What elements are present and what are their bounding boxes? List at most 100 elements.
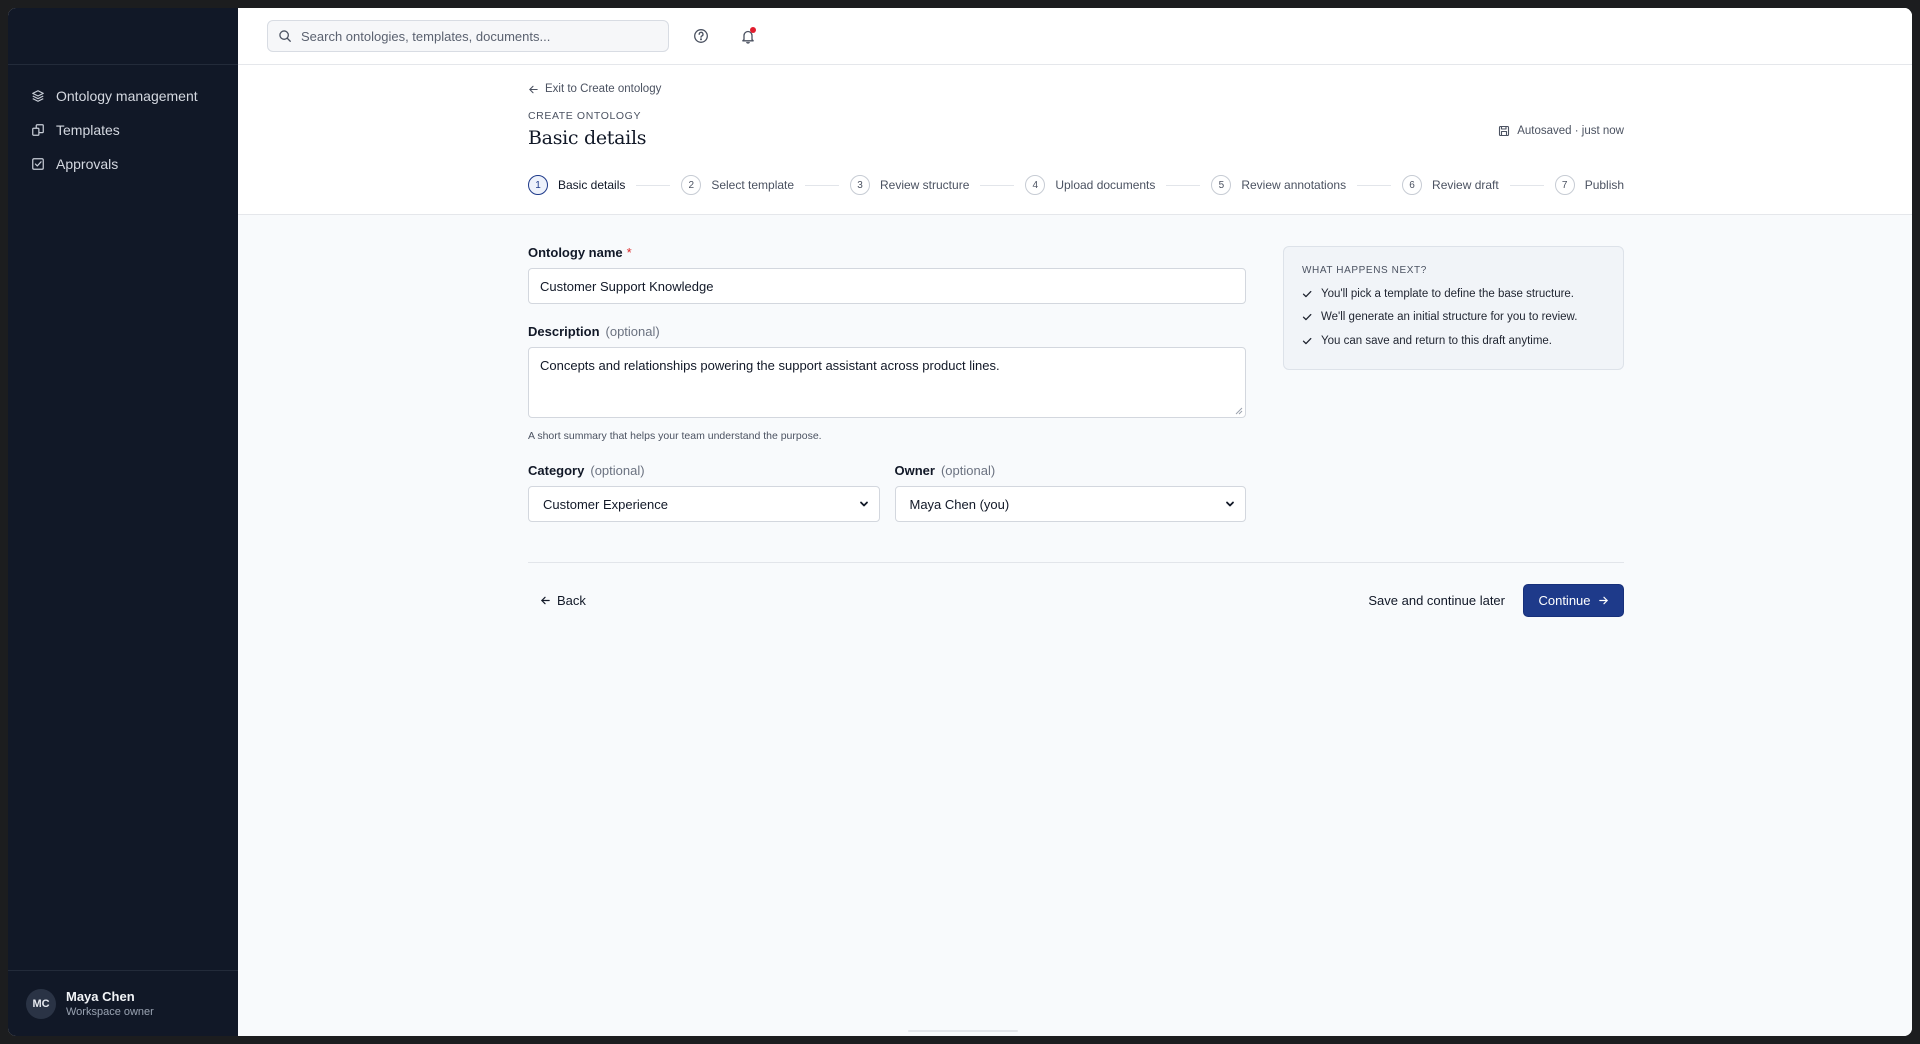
sidebar-item-label: Templates <box>56 122 120 138</box>
sidebar-nav: Ontology management Templates Approvals <box>8 65 238 181</box>
step-5[interactable]: 5 Review annotations <box>1211 175 1346 195</box>
optional-tag: (optional) <box>605 324 660 339</box>
category-select[interactable]: Customer Experience <box>528 486 880 522</box>
sidebar-item-ontology-management[interactable]: Ontology management <box>8 79 238 113</box>
step-number: 2 <box>681 175 702 195</box>
resize-handle-icon[interactable] <box>1235 407 1243 415</box>
check-icon <box>1302 337 1312 344</box>
sidebar-item-label: Approvals <box>56 156 119 172</box>
what-happens-next-panel: WHAT HAPPENS NEXT? You'll pick a templat… <box>1283 246 1624 370</box>
required-mark: * <box>626 245 632 260</box>
step-label: Select template <box>711 178 795 192</box>
checkbox-icon <box>30 156 46 172</box>
sidebar-item-label: Ontology management <box>56 88 198 104</box>
step-2[interactable]: 2 Select template <box>681 175 794 195</box>
search-icon <box>279 30 291 42</box>
step-4[interactable]: 4 Upload documents <box>1025 175 1155 195</box>
sidebar-header <box>8 8 238 65</box>
list-item: You can save and return to this draft an… <box>1302 329 1605 353</box>
notification-dot <box>750 27 756 33</box>
save-icon <box>1499 125 1510 137</box>
description-value: Concepts and relationships powering the … <box>540 358 1000 373</box>
list-item-text: We'll generate an initial structure for … <box>1321 311 1578 324</box>
ontology-name-label: Ontology name * <box>528 245 1246 260</box>
ontology-name-input[interactable]: Customer Support Knowledge <box>528 268 1246 304</box>
list-item: You'll pick a template to define the bas… <box>1302 282 1605 306</box>
divider <box>528 562 1624 563</box>
list-item-text: You'll pick a template to define the bas… <box>1321 287 1575 300</box>
help-button[interactable] <box>691 26 711 46</box>
list-item: We'll generate an initial structure for … <box>1302 306 1605 330</box>
chevron-down-icon <box>859 501 868 507</box>
description-hint: A short summary that helps your team und… <box>528 430 822 442</box>
continue-label: Continue <box>1538 593 1591 608</box>
autosave-status: Autosaved · just now <box>1498 125 1624 137</box>
user-role: Workspace owner <box>66 1006 154 1018</box>
layers-icon <box>30 88 46 104</box>
step-number: 5 <box>1211 175 1232 195</box>
owner-label: Owner (optional) <box>895 463 1247 478</box>
owner-select[interactable]: Maya Chen (you) <box>894 486 1246 522</box>
autosave-text: Autosaved · just now <box>1517 125 1624 137</box>
step-connector <box>805 184 839 186</box>
sidebar-item-approvals[interactable]: Approvals <box>8 147 238 181</box>
step-label: Publish <box>1584 178 1625 192</box>
step-connector <box>980 184 1015 186</box>
label-text: Ontology name <box>528 245 623 260</box>
page-header: Exit to Create ontology CREATE ONTOLOGY … <box>238 65 1912 215</box>
label-text: Description <box>528 324 600 339</box>
user-profile[interactable]: MC Maya Chen Workspace owner <box>8 970 238 1036</box>
step-number: 7 <box>1554 175 1575 195</box>
continue-button[interactable]: Continue <box>1523 584 1624 617</box>
search-input[interactable]: Search ontologies, templates, documents.… <box>267 20 669 52</box>
step-label: Basic details <box>558 178 626 192</box>
step-6[interactable]: 6 Review draft <box>1402 175 1499 195</box>
step-label: Review draft <box>1432 178 1499 192</box>
owner-value: Maya Chen (you) <box>909 496 1010 512</box>
description-label: Description (optional) <box>528 324 1246 339</box>
step-connector <box>1166 184 1201 186</box>
back-button[interactable]: Back <box>528 593 586 608</box>
check-icon <box>1302 314 1312 321</box>
check-icon <box>1302 290 1312 297</box>
step-number: 1 <box>528 175 548 195</box>
step-label: Review structure <box>880 178 970 192</box>
step-label: Upload documents <box>1055 178 1156 192</box>
form-actions: Back Save and continue later Continue <box>528 584 1624 617</box>
basic-details-form: Ontology name * Customer Support Knowledg… <box>528 245 1246 522</box>
search-placeholder: Search ontologies, templates, documents.… <box>301 28 551 44</box>
step-7[interactable]: 7 Publish <box>1554 175 1625 195</box>
step-1[interactable]: 1 Basic details <box>528 175 625 195</box>
main-area: Search ontologies, templates, documents.… <box>238 8 1912 1036</box>
arrow-right-icon <box>1598 596 1608 605</box>
back-label: Back <box>557 593 586 608</box>
arrow-left-icon <box>541 596 550 605</box>
step-connector <box>636 184 671 186</box>
optional-tag: (optional) <box>940 463 996 478</box>
label-text: Owner <box>894 463 935 478</box>
label-text: Category <box>528 463 585 478</box>
sidebar-item-templates[interactable]: Templates <box>8 113 238 147</box>
step-number: 6 <box>1402 175 1423 195</box>
top-bar: Search ontologies, templates, documents.… <box>238 8 1912 65</box>
step-connector <box>1357 184 1392 186</box>
list-item-text: You can save and return to this draft an… <box>1321 334 1552 347</box>
form-area: Ontology name * Customer Support Knowledg… <box>238 215 1912 1036</box>
stepper: 1 Basic details 2 Select template 3 Revi… <box>528 174 1624 196</box>
notifications-button[interactable] <box>738 26 758 46</box>
step-number: 3 <box>850 175 870 195</box>
bottom-scroll-indicator <box>908 1030 1018 1032</box>
description-textarea[interactable]: Concepts and relationships powering the … <box>528 347 1246 418</box>
optional-tag: (optional) <box>590 463 645 478</box>
app-window: Ontology management Templates Approvals … <box>8 8 1912 1036</box>
templates-icon <box>30 122 46 138</box>
step-3[interactable]: 3 Review structure <box>850 175 969 195</box>
step-label: Review annotations <box>1241 178 1347 192</box>
help-icon <box>694 29 708 43</box>
sidebar: Ontology management Templates Approvals … <box>8 8 238 1036</box>
step-number: 4 <box>1025 175 1046 195</box>
chevron-down-icon <box>1226 501 1234 507</box>
save-later-button[interactable]: Save and continue later <box>1368 593 1505 608</box>
panel-heading: WHAT HAPPENS NEXT? <box>1302 265 1427 276</box>
category-label: Category (optional) <box>528 463 880 478</box>
